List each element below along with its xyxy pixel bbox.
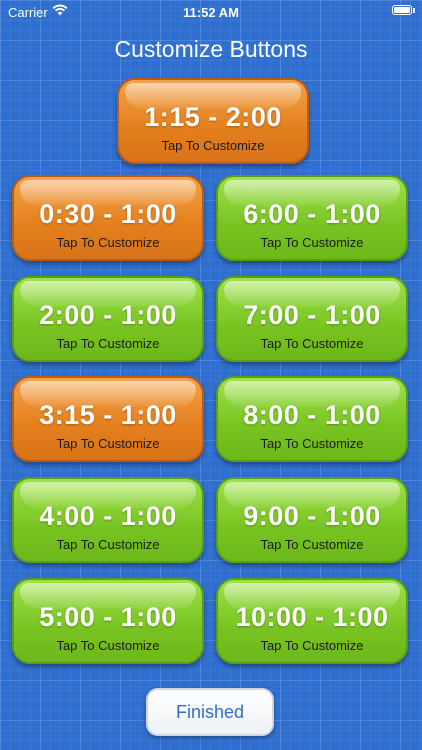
tile-subtitle: Tap To Customize (260, 436, 364, 451)
tile-subtitle: Tap To Customize (161, 138, 265, 153)
tile-subtitle: Tap To Customize (56, 436, 160, 451)
tile-4[interactable]: 2:00 - 1:00 Tap To Customize (12, 276, 204, 362)
tile-1[interactable]: 1:15 - 2:00 Tap To Customize (117, 78, 309, 164)
tile-time-label: 3:15 - 1:00 (39, 400, 177, 430)
tile-subtitle: Tap To Customize (56, 638, 160, 653)
tile-subtitle: Tap To Customize (260, 336, 364, 351)
tile-subtitle: Tap To Customize (260, 638, 364, 653)
page-title: Customize Buttons (114, 36, 308, 62)
tile-time-label: 9:00 - 1:00 (243, 501, 381, 531)
tile-subtitle: Tap To Customize (56, 235, 160, 250)
tile-subtitle: Tap To Customize (260, 537, 364, 552)
tile-5[interactable]: 7:00 - 1:00 Tap To Customize (216, 276, 408, 362)
tile-6[interactable]: 3:15 - 1:00 Tap To Customize (12, 376, 204, 462)
finished-button[interactable]: Finished (146, 688, 274, 736)
tile-time-label: 4:00 - 1:00 (39, 501, 177, 531)
tile-subtitle: Tap To Customize (260, 235, 364, 250)
tile-3[interactable]: 6:00 - 1:00 Tap To Customize (216, 175, 408, 261)
tile-10[interactable]: 5:00 - 1:00 Tap To Customize (12, 578, 204, 664)
battery-icon (392, 5, 412, 15)
tile-time-label: 8:00 - 1:00 (243, 400, 381, 430)
tile-time-label: 5:00 - 1:00 (39, 602, 177, 632)
tile-time-label: 10:00 - 1:00 (235, 602, 389, 632)
battery-tip (413, 8, 415, 13)
tile-time-label: 0:30 - 1:00 (39, 199, 177, 229)
tile-9[interactable]: 9:00 - 1:00 Tap To Customize (216, 477, 408, 563)
tile-8[interactable]: 4:00 - 1:00 Tap To Customize (12, 477, 204, 563)
tile-time-label: 6:00 - 1:00 (243, 199, 381, 229)
tile-time-label: 2:00 - 1:00 (39, 300, 177, 330)
tile-7[interactable]: 8:00 - 1:00 Tap To Customize (216, 376, 408, 462)
tile-time-label: 7:00 - 1:00 (243, 300, 381, 330)
tile-time-label: 1:15 - 2:00 (144, 102, 282, 132)
tile-subtitle: Tap To Customize (56, 537, 160, 552)
status-bar: Carrier 11:52 AM (0, 0, 422, 24)
tile-2[interactable]: 0:30 - 1:00 Tap To Customize (12, 175, 204, 261)
tile-11[interactable]: 10:00 - 1:00 Tap To Customize (216, 578, 408, 664)
tile-subtitle: Tap To Customize (56, 336, 160, 351)
status-time: 11:52 AM (183, 5, 239, 20)
